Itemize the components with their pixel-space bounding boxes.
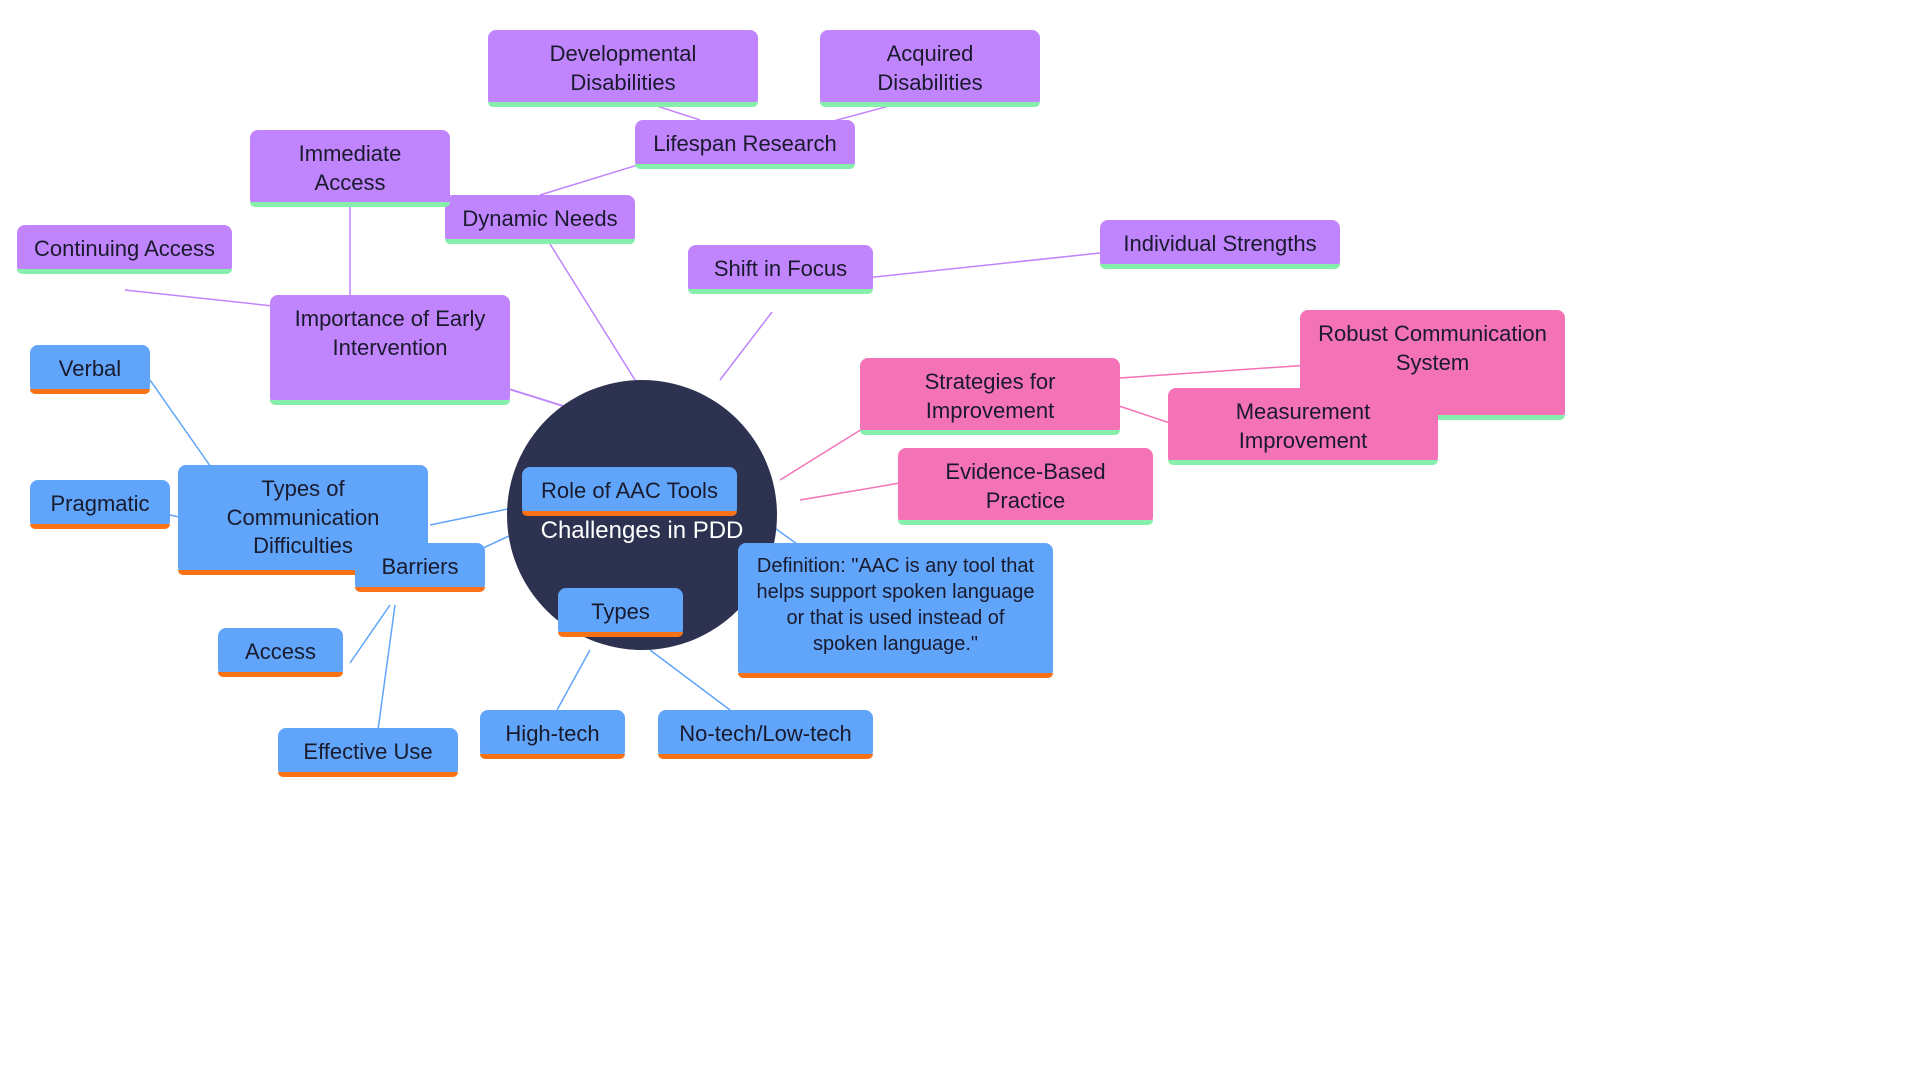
definition-node: Definition: "AAC is any tool that helps … [738,543,1053,678]
pragmatic-node: Pragmatic [30,480,170,529]
strategies-improvement-node: Strategies for Improvement [860,358,1120,435]
types-node: Types [558,588,683,637]
dynamic-needs-node: Dynamic Needs [445,195,635,244]
importance-early-intervention-node: Importance of Early Intervention [270,295,510,405]
lifespan-research-node: Lifespan Research [635,120,855,169]
measurement-improvement-node: Measurement Improvement [1168,388,1438,465]
continuing-access-node: Continuing Access [17,225,232,274]
verbal-node: Verbal [30,345,150,394]
shift-in-focus-node: Shift in Focus [688,245,873,294]
no-tech-node: No-tech/Low-tech [658,710,873,759]
high-tech-node: High-tech [480,710,625,759]
effective-use-node: Effective Use [278,728,458,777]
developmental-disabilities-node: Developmental Disabilities [488,30,758,107]
role-aac-tools-node: Role of AAC Tools [522,467,737,516]
barriers-node: Barriers [355,543,485,592]
immediate-access-node: Immediate Access [250,130,450,207]
evidence-based-practice-node: Evidence-Based Practice [898,448,1153,525]
individual-strengths-node: Individual Strengths [1100,220,1340,269]
access-node: Access [218,628,343,677]
acquired-disabilities-node: Acquired Disabilities [820,30,1040,107]
